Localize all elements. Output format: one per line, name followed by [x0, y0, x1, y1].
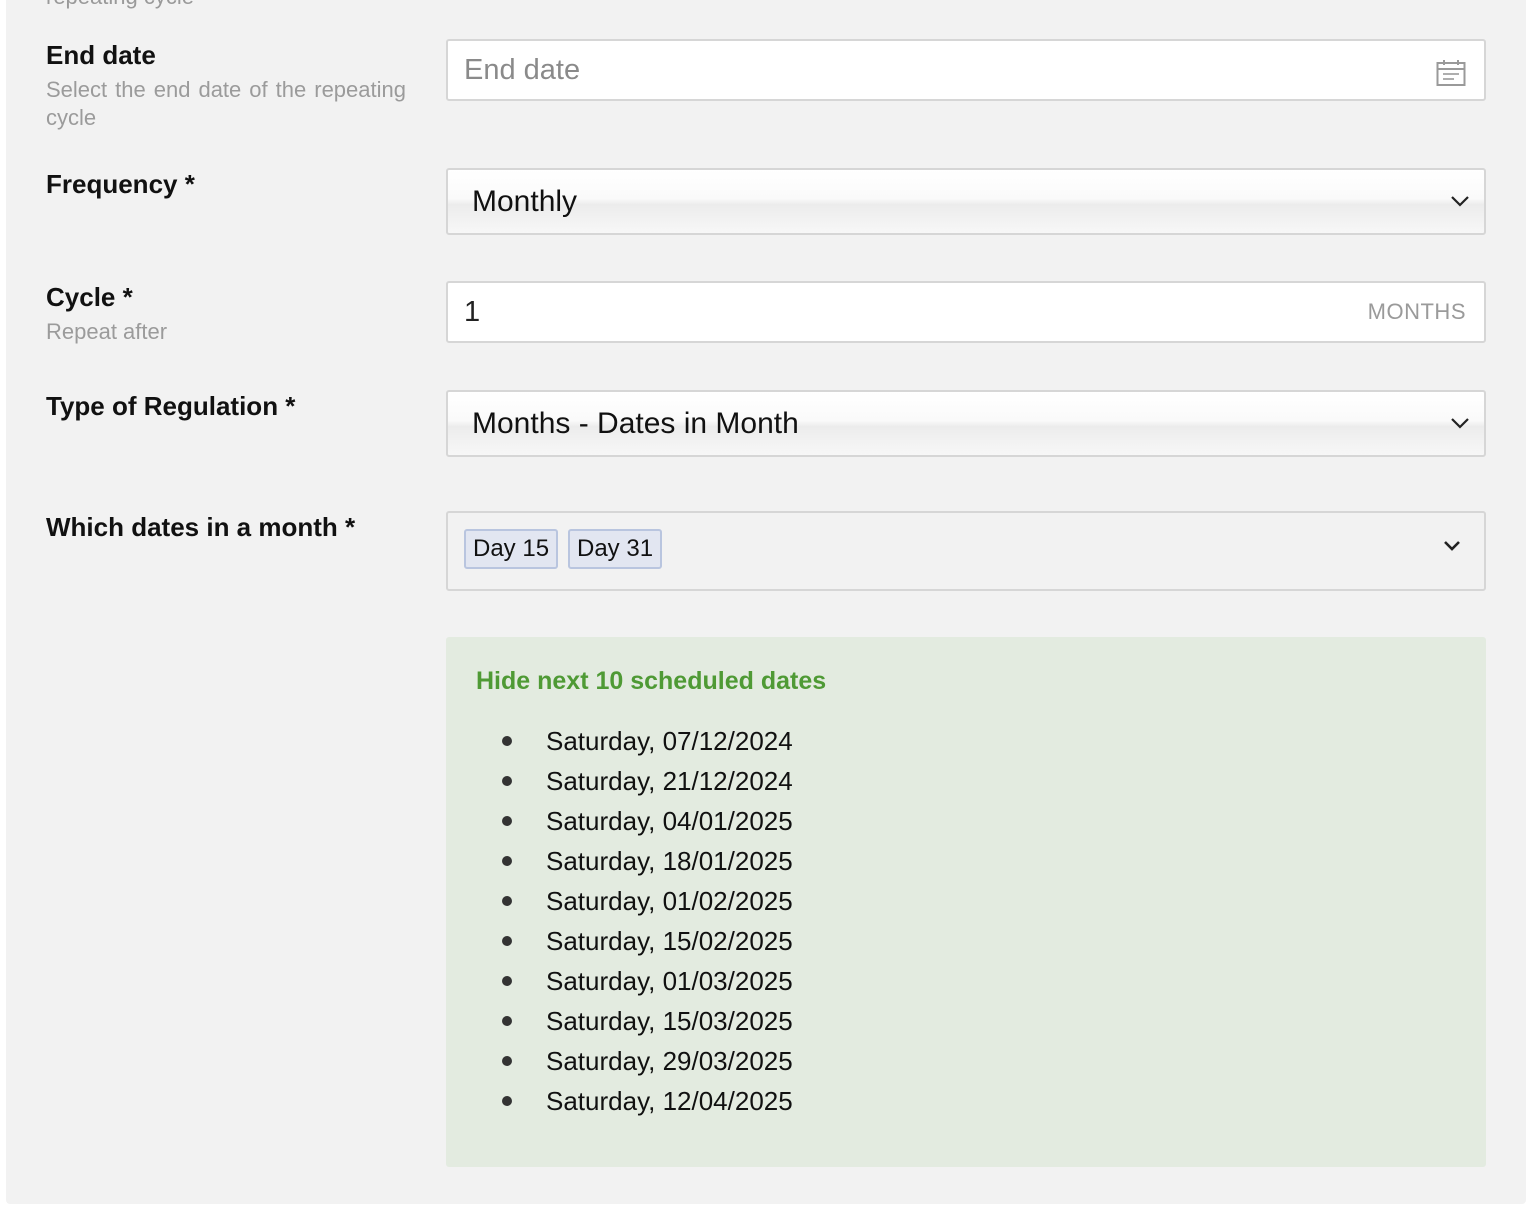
bullet-icon — [502, 776, 512, 786]
scheduled-date-text: Saturday, 18/01/2025 — [546, 846, 793, 876]
scheduled-date-text: Saturday, 01/03/2025 — [546, 966, 793, 996]
scheduled-date-text: Saturday, 29/03/2025 — [546, 1046, 793, 1076]
cycle-label: Cycle * — [46, 282, 133, 312]
bullet-icon — [502, 736, 512, 746]
hide-scheduled-dates-link[interactable]: Hide next 10 scheduled dates — [476, 667, 826, 696]
tag-day-31[interactable]: Day 31 — [568, 529, 663, 569]
bullet-icon — [502, 1096, 512, 1106]
scheduled-date-text: Saturday, 01/02/2025 — [546, 886, 793, 916]
previous-field-description: repeating cycle — [46, 0, 194, 10]
scheduled-dates-panel: Hide next 10 scheduled dates Saturday, 0… — [446, 637, 1486, 1167]
bullet-icon — [502, 1056, 512, 1066]
regulation-type-label: Type of Regulation * — [46, 391, 296, 421]
cycle-description: Repeat after — [46, 319, 168, 344]
chevron-down-icon — [1451, 418, 1469, 429]
calendar-icon[interactable] — [1436, 59, 1466, 87]
bullet-icon — [502, 896, 512, 906]
end-date-description: Select the end date of the repeating cyc… — [46, 77, 406, 130]
tag-day-15[interactable]: Day 15 — [464, 529, 559, 569]
bullet-icon — [502, 856, 512, 866]
frequency-label: Frequency * — [46, 169, 195, 199]
form-panel: repeating cycle End date Select the end … — [6, 0, 1526, 1204]
bullet-icon — [502, 816, 512, 826]
chevron-down-icon — [1451, 196, 1469, 207]
scheduled-date-text: Saturday, 04/01/2025 — [546, 806, 793, 836]
scheduled-date-text: Saturday, 15/03/2025 — [546, 1006, 793, 1036]
chevron-down-icon[interactable] — [1442, 539, 1462, 553]
cycle-input[interactable]: 1 MONTHS — [446, 281, 1486, 343]
scheduled-date-text: Saturday, 15/02/2025 — [546, 926, 793, 956]
frequency-select[interactable]: Monthly — [446, 168, 1486, 235]
end-date-field[interactable]: End date — [446, 39, 1486, 101]
dates-in-month-multiselect[interactable]: Day 15 Day 31 — [446, 511, 1486, 591]
regulation-type-select[interactable]: Months - Dates in Month — [446, 390, 1486, 457]
dates-in-month-label: Which dates in a month * — [46, 512, 356, 542]
bullet-icon — [502, 976, 512, 986]
frequency-selected-value: Monthly — [472, 185, 578, 218]
scheduled-date-text: Saturday, 21/12/2024 — [546, 766, 793, 796]
bullet-icon — [502, 1016, 512, 1026]
scheduled-date-text: Saturday, 07/12/2024 — [546, 726, 793, 756]
cycle-unit-suffix: MONTHS — [1367, 299, 1466, 324]
end-date-placeholder: End date — [464, 54, 581, 86]
end-date-label: End date — [46, 40, 156, 70]
cycle-value: 1 — [464, 296, 481, 328]
regulation-type-selected-value: Months - Dates in Month — [472, 407, 799, 440]
scheduled-date-text: Saturday, 12/04/2025 — [546, 1086, 793, 1116]
bullet-icon — [502, 936, 512, 946]
